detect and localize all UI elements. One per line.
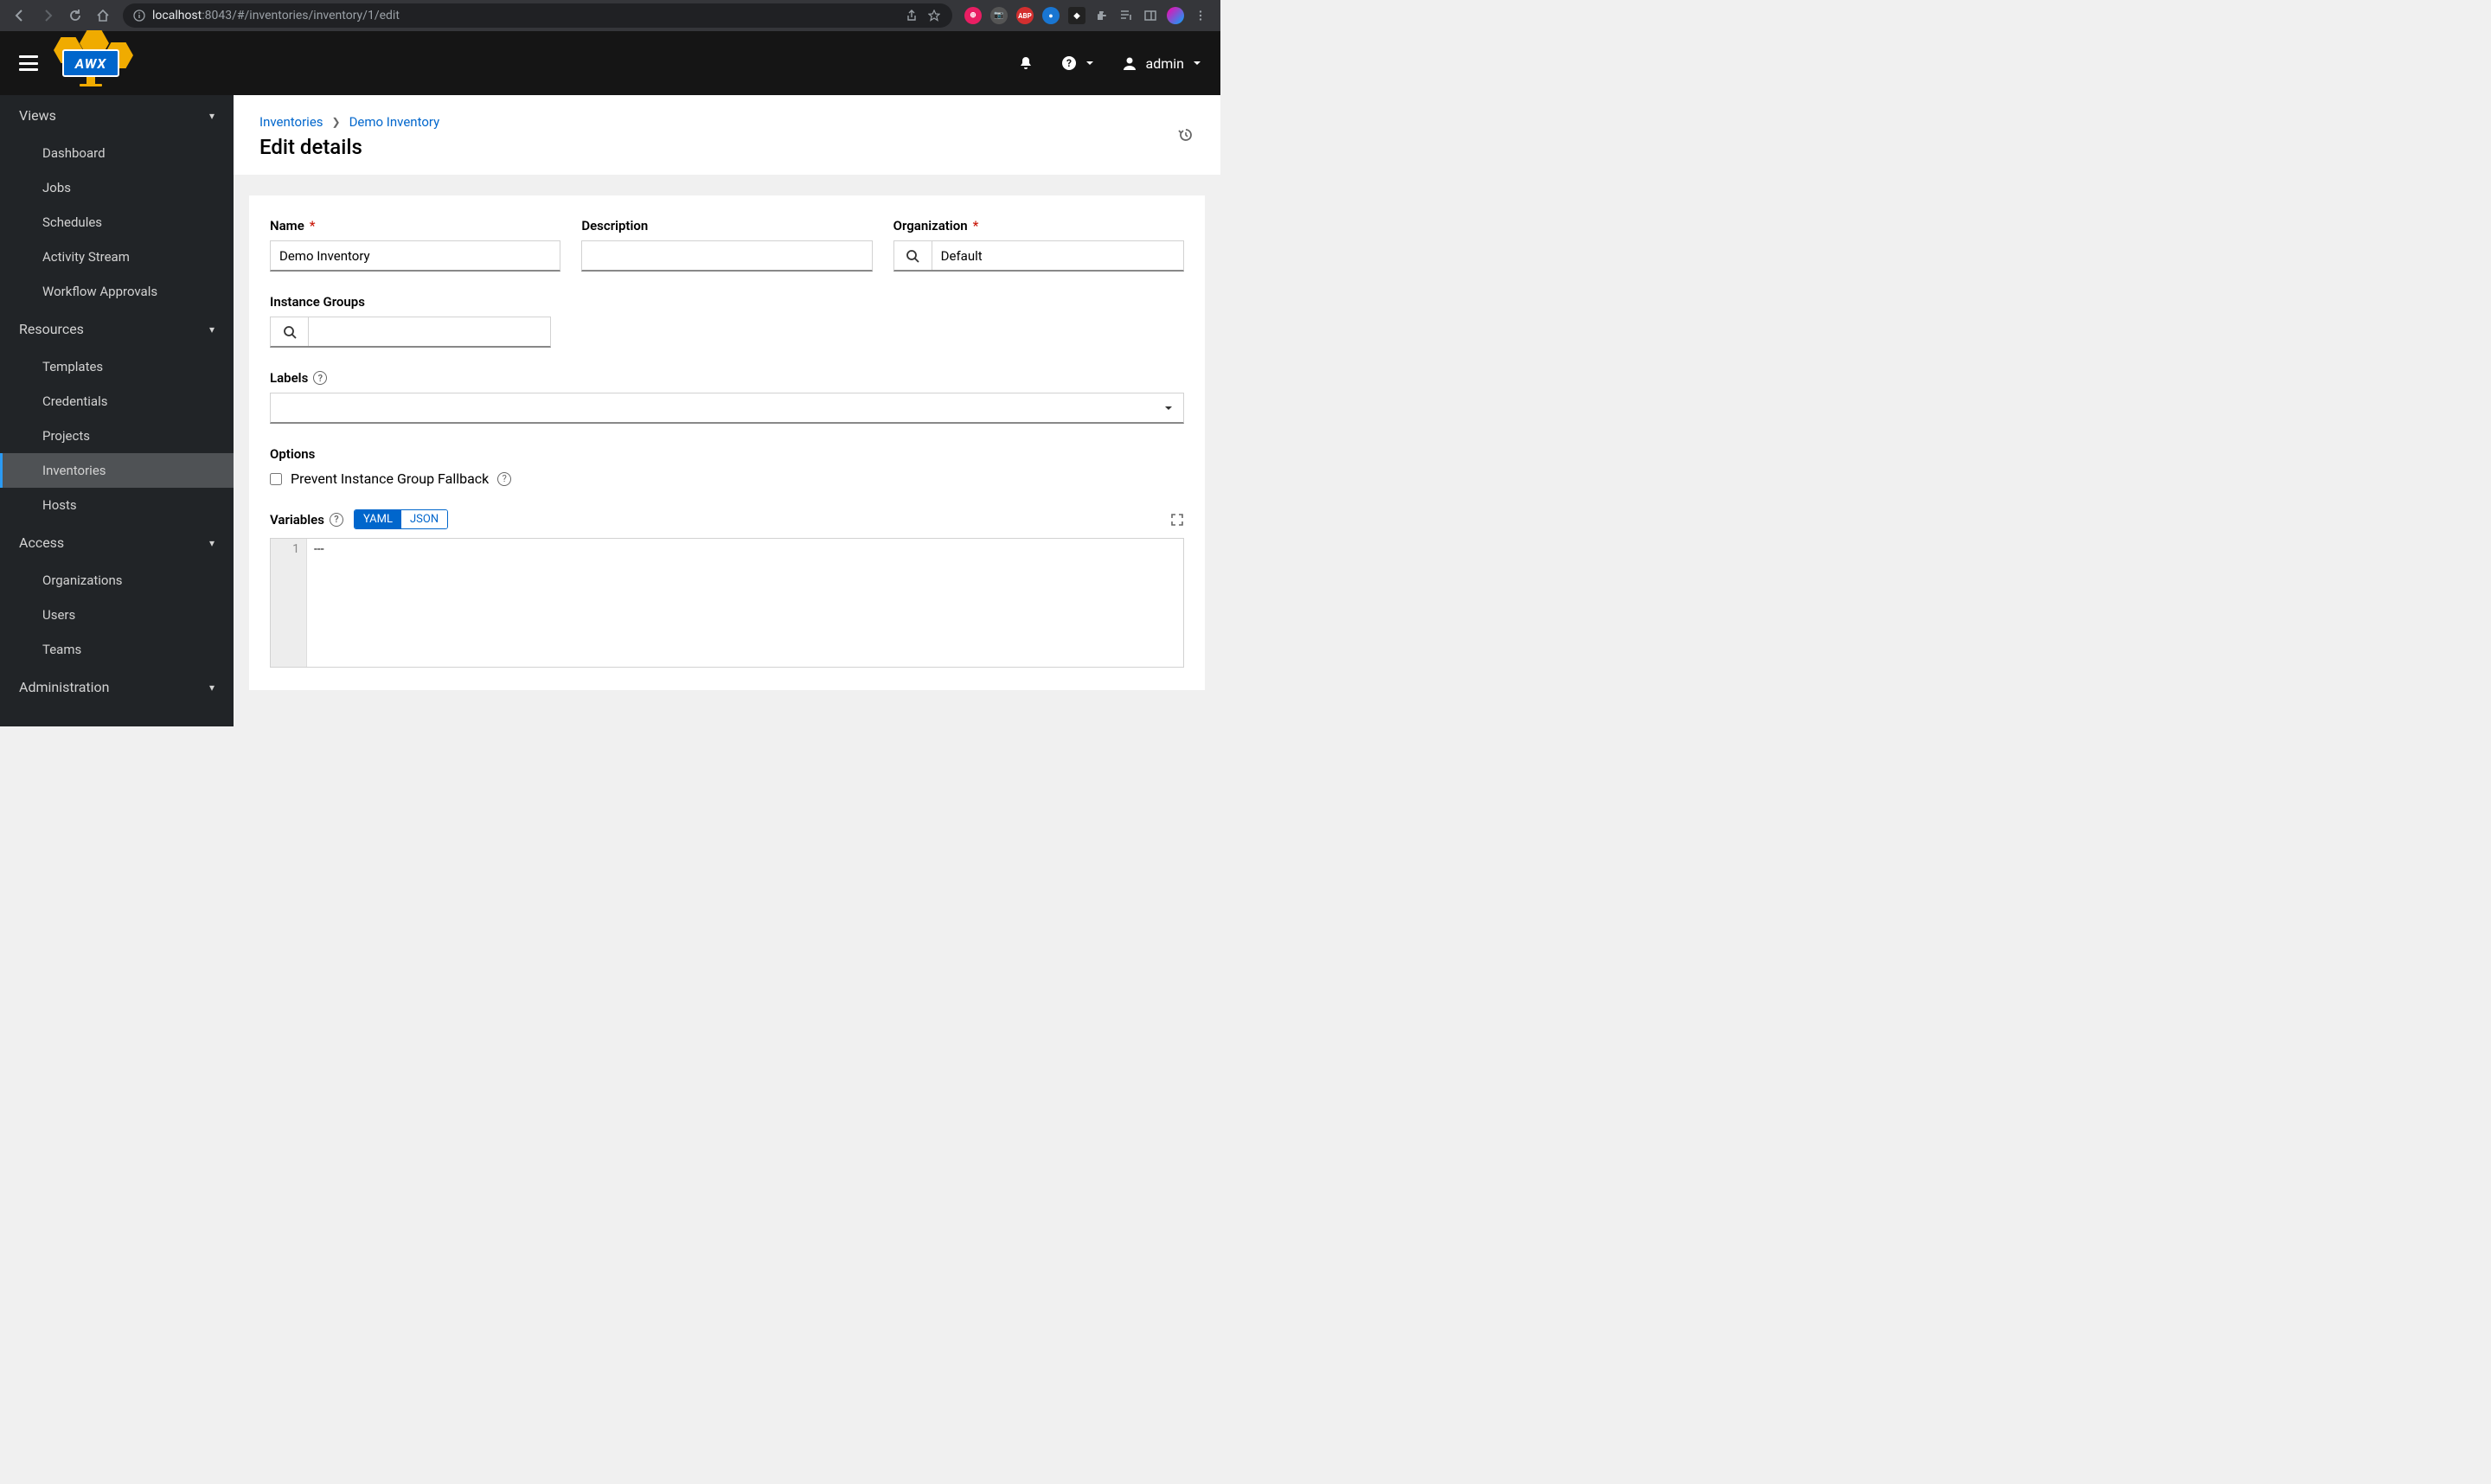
site-info-icon[interactable] xyxy=(133,10,145,22)
browser-forward-button[interactable] xyxy=(40,8,55,23)
sidebar-nav: Views ▾ Dashboard Jobs Schedules Activit… xyxy=(0,95,234,726)
help-icon[interactable]: ? xyxy=(313,371,327,385)
bookmark-star-icon[interactable] xyxy=(926,8,942,23)
nav-item-users[interactable]: Users xyxy=(0,598,234,632)
variables-label: Variables ? xyxy=(270,512,343,528)
caret-down-icon xyxy=(1164,404,1173,413)
app-header: AWX ? admin xyxy=(0,31,1220,95)
instance-groups-value xyxy=(309,317,550,346)
extensions-puzzle-icon[interactable] xyxy=(1094,8,1110,23)
page-title: Edit details xyxy=(259,135,1194,159)
chevron-down-icon: ▾ xyxy=(209,681,215,694)
help-icon: ? xyxy=(1061,55,1077,71)
notifications-bell-icon[interactable] xyxy=(1018,55,1034,71)
name-label: Name* xyxy=(270,218,560,233)
help-icon[interactable]: ? xyxy=(497,472,511,486)
search-icon xyxy=(283,325,297,339)
instance-groups-lookup-button[interactable] xyxy=(271,317,309,346)
nav-item-templates[interactable]: Templates xyxy=(0,349,234,384)
nav-item-teams[interactable]: Teams xyxy=(0,632,234,667)
variables-editor[interactable]: 1 --- xyxy=(270,538,1184,668)
organization-label: Organization* xyxy=(893,218,1184,233)
prevent-fallback-label: Prevent Instance Group Fallback xyxy=(291,470,489,487)
browser-reload-button[interactable] xyxy=(67,8,83,23)
extension-icon[interactable]: ● xyxy=(1042,7,1060,24)
labels-select[interactable] xyxy=(270,393,1184,424)
nav-item-organizations[interactable]: Organizations xyxy=(0,563,234,598)
nav-item-workflow-approvals[interactable]: Workflow Approvals xyxy=(0,274,234,309)
nav-item-credentials[interactable]: Credentials xyxy=(0,384,234,419)
breadcrumb-current[interactable]: Demo Inventory xyxy=(349,114,440,130)
username-label: admin xyxy=(1146,55,1184,72)
page-header: Inventories ❯ Demo Inventory Edit detail… xyxy=(234,95,1220,175)
nav-item-schedules[interactable]: Schedules xyxy=(0,205,234,240)
labels-label: Labels ? xyxy=(270,370,1184,386)
browser-back-button[interactable] xyxy=(12,8,28,23)
json-toggle[interactable]: JSON xyxy=(401,510,447,528)
help-icon[interactable]: ? xyxy=(330,513,343,527)
history-icon[interactable] xyxy=(1177,126,1194,144)
variables-format-toggle: YAML JSON xyxy=(354,509,448,529)
url-host: localhost xyxy=(152,9,202,22)
chevron-right-icon: ❯ xyxy=(332,116,341,128)
chevron-down-icon: ▾ xyxy=(209,110,215,122)
svg-text:?: ? xyxy=(1066,57,1072,69)
chevron-down-icon: ▾ xyxy=(209,323,215,336)
nav-item-projects[interactable]: Projects xyxy=(0,419,234,453)
browser-url-bar[interactable]: localhost :8043 /#/inventories/inventory… xyxy=(123,3,952,28)
url-port: :8043 xyxy=(202,9,232,22)
expand-editor-button[interactable] xyxy=(1170,513,1184,527)
description-label: Description xyxy=(581,218,872,233)
share-icon[interactable] xyxy=(904,8,919,23)
extension-icon[interactable]: ◆ xyxy=(1068,7,1085,24)
search-icon xyxy=(906,249,919,263)
caret-down-icon xyxy=(1085,59,1094,67)
breadcrumb: Inventories ❯ Demo Inventory xyxy=(259,114,1194,130)
editor-content[interactable]: --- xyxy=(307,539,1183,667)
options-label: Options xyxy=(270,446,1184,462)
browser-extensions: ⊕ 📷 ABP ● ◆ xyxy=(959,7,1213,24)
chevron-down-icon: ▾ xyxy=(209,537,215,549)
editor-gutter: 1 xyxy=(271,539,307,667)
reading-list-icon[interactable] xyxy=(1118,8,1134,23)
extension-abp-icon[interactable]: ABP xyxy=(1016,7,1034,24)
nav-section-access[interactable]: Access ▾ xyxy=(0,522,234,563)
breadcrumb-root[interactable]: Inventories xyxy=(259,114,323,130)
description-input[interactable] xyxy=(582,241,871,270)
browser-home-button[interactable] xyxy=(95,8,111,23)
awx-logo[interactable]: AWX xyxy=(54,37,137,89)
extension-icon[interactable]: 📷 xyxy=(990,7,1008,24)
panel-icon[interactable] xyxy=(1143,8,1158,23)
url-path: /#/inventories/inventory/1/edit xyxy=(232,9,400,22)
profile-avatar[interactable] xyxy=(1167,7,1184,24)
nav-item-dashboard[interactable]: Dashboard xyxy=(0,136,234,170)
nav-item-hosts[interactable]: Hosts xyxy=(0,488,234,522)
extension-icon[interactable]: ⊕ xyxy=(964,7,982,24)
organization-lookup-button[interactable] xyxy=(894,241,932,270)
nav-section-views[interactable]: Views ▾ xyxy=(0,95,234,136)
nav-item-activity-stream[interactable]: Activity Stream xyxy=(0,240,234,274)
prevent-fallback-checkbox[interactable] xyxy=(270,473,282,485)
help-menu[interactable]: ? xyxy=(1061,55,1094,71)
organization-value: Default xyxy=(932,241,1183,270)
nav-section-administration[interactable]: Administration ▾ xyxy=(0,667,234,707)
edit-form: Name* Description Organization* Default xyxy=(249,195,1205,690)
browser-menu-icon[interactable] xyxy=(1193,8,1208,23)
yaml-toggle[interactable]: YAML xyxy=(355,510,401,528)
main-content: Inventories ❯ Demo Inventory Edit detail… xyxy=(234,95,1220,726)
instance-groups-label: Instance Groups xyxy=(270,294,551,310)
nav-item-jobs[interactable]: Jobs xyxy=(0,170,234,205)
name-input[interactable] xyxy=(271,241,560,270)
nav-section-resources[interactable]: Resources ▾ xyxy=(0,309,234,349)
user-menu[interactable]: admin xyxy=(1122,55,1201,72)
user-icon xyxy=(1122,55,1137,71)
nav-item-inventories[interactable]: Inventories xyxy=(0,453,234,488)
nav-toggle-button[interactable] xyxy=(19,55,38,71)
browser-toolbar: localhost :8043 /#/inventories/inventory… xyxy=(0,0,1220,31)
caret-down-icon xyxy=(1193,59,1201,67)
